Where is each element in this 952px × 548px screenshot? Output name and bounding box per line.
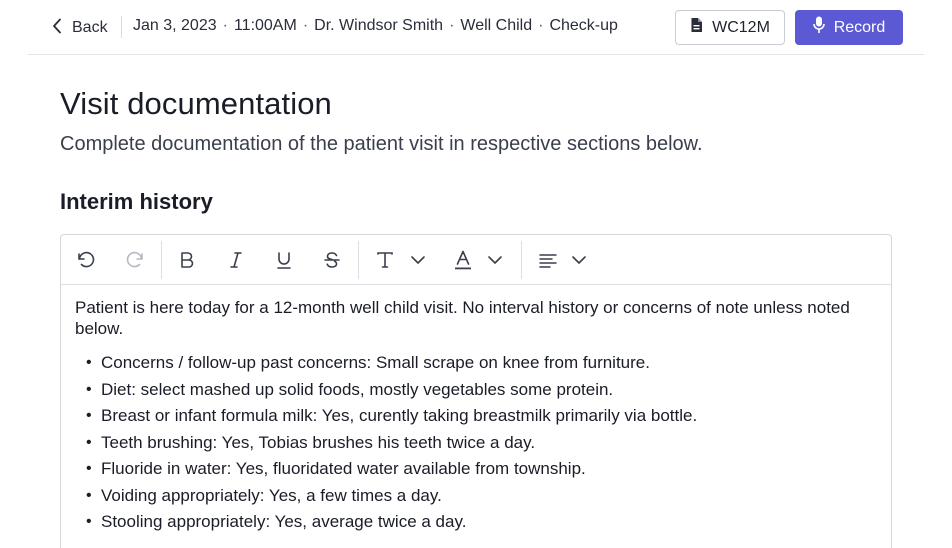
toolbar-divider xyxy=(358,241,359,279)
rich-text-editor: Patient is here today for a 12-month wel… xyxy=(60,234,892,548)
font-size-icon[interactable] xyxy=(372,247,398,273)
provider-name: Dr. Windsor Smith xyxy=(314,17,444,34)
visit-code-button[interactable]: WC12M xyxy=(675,10,785,45)
editor-content[interactable]: Patient is here today for a 12-month wel… xyxy=(61,285,891,538)
redo-icon[interactable] xyxy=(122,247,148,273)
microphone-icon xyxy=(812,16,825,39)
breadcrumb-separator: · xyxy=(302,17,309,34)
editor-toolbar xyxy=(61,235,891,285)
breadcrumb: Jan 3, 2023 · 11:00AM · Dr. Windsor Smit… xyxy=(133,17,618,35)
list-item: Voiding appropriately: Yes, a few times … xyxy=(75,485,877,512)
underline-icon[interactable] xyxy=(271,247,297,273)
record-label: Record xyxy=(833,18,886,36)
back-button[interactable]: Back xyxy=(52,15,108,41)
chevron-left-icon xyxy=(52,18,62,39)
chevron-down-icon[interactable] xyxy=(405,247,431,273)
visit-code-label: WC12M xyxy=(712,18,770,36)
breadcrumb-separator: · xyxy=(449,17,455,34)
list-item: Fluoride in water: Yes, fluoridated wate… xyxy=(75,458,877,485)
list-item: Stooling appropriately: Yes, average twi… xyxy=(75,511,877,538)
back-label: Back xyxy=(72,19,108,36)
visit-time: 11:00AM xyxy=(233,17,297,34)
list-item: Diet: select mashed up solid foods, most… xyxy=(75,379,877,406)
breadcrumb-separator: · xyxy=(538,17,544,34)
section-title: Interim history xyxy=(60,189,213,214)
toolbar-divider xyxy=(521,241,522,279)
list-item: Breast or infant formula milk: Yes, cure… xyxy=(75,405,877,432)
chevron-down-icon[interactable] xyxy=(482,247,508,273)
strikethrough-icon[interactable] xyxy=(319,247,345,273)
breadcrumb-separator: · xyxy=(222,17,228,34)
record-button[interactable]: Record xyxy=(795,10,903,45)
italic-icon[interactable] xyxy=(223,247,249,273)
list-item: Concerns / follow-up past concerns: Smal… xyxy=(75,352,877,379)
visit-date: Jan 3, 2023 xyxy=(133,17,217,34)
toolbar-divider xyxy=(161,241,162,279)
document-icon xyxy=(690,17,703,38)
history-list: Concerns / follow-up past concerns: Smal… xyxy=(75,352,877,538)
divider xyxy=(121,16,122,38)
chevron-down-icon[interactable] xyxy=(566,247,592,273)
align-icon[interactable] xyxy=(535,247,561,273)
bold-icon[interactable] xyxy=(174,247,200,273)
visit-type: Check-up xyxy=(549,17,618,34)
text-color-icon[interactable] xyxy=(450,247,476,273)
intro-paragraph: Patient is here today for a 12-month wel… xyxy=(75,298,850,338)
list-item: Teeth brushing: Yes, Tobias brushes his … xyxy=(75,432,877,459)
top-bar: Back Jan 3, 2023 · 11:00AM · Dr. Windsor… xyxy=(28,0,924,55)
page-subtitle: Complete documentation of the patient vi… xyxy=(60,133,703,155)
undo-icon[interactable] xyxy=(73,247,99,273)
visit-category: Well Child xyxy=(460,17,533,34)
page-title: Visit documentation xyxy=(60,86,332,121)
